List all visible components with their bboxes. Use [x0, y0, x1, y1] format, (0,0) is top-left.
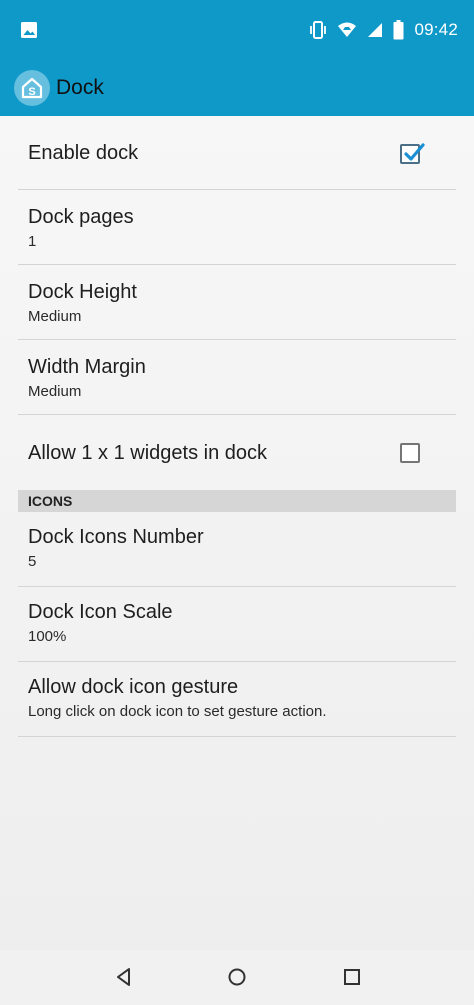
setting-dock-icons-number[interactable]: Dock Icons Number 5 [18, 512, 456, 587]
app-bar: S Dock [0, 60, 474, 116]
setting-enable-dock[interactable]: Enable dock [18, 116, 456, 190]
setting-dock-icon-gesture[interactable]: Allow dock icon gesture Long click on do… [18, 662, 456, 737]
setting-value: 1 [28, 233, 37, 250]
allow-widgets-checkbox[interactable] [400, 443, 420, 463]
setting-value: 100% [28, 628, 67, 645]
settings-list: Enable dock Dock pages 1 Dock Height Med… [0, 116, 474, 950]
recents-icon[interactable] [341, 966, 363, 988]
status-time: 09:42 [414, 20, 458, 39]
status-bar: 09:42 [0, 0, 474, 60]
setting-title: Dock Icons Number [28, 526, 204, 548]
battery-icon [393, 20, 404, 40]
setting-title: Dock pages [28, 206, 134, 228]
home-icon[interactable] [226, 966, 248, 988]
setting-dock-pages[interactable]: Dock pages 1 [18, 190, 456, 265]
setting-title: Allow dock icon gesture [28, 676, 239, 698]
image-icon [21, 22, 37, 38]
setting-title: Allow 1 x 1 widgets in dock [28, 442, 268, 464]
setting-title: Dock Height [28, 281, 137, 303]
section-header-icons: ICONS [18, 490, 456, 512]
svg-text:S: S [28, 86, 35, 98]
navigation-bar [0, 950, 474, 1005]
page-title: Dock [56, 76, 104, 99]
back-icon[interactable] [113, 966, 135, 988]
section-label: ICONS [28, 493, 73, 509]
app-logo-icon[interactable]: S [14, 70, 50, 106]
status-icons: 09:42 [309, 18, 458, 42]
check-icon [404, 143, 425, 161]
signal-icon [368, 23, 383, 37]
setting-title: Enable dock [28, 142, 139, 164]
setting-value: 5 [28, 553, 37, 570]
setting-title: Dock Icon Scale [28, 601, 173, 623]
setting-title: Width Margin [28, 356, 146, 378]
setting-dock-icon-scale[interactable]: Dock Icon Scale 100% [18, 587, 456, 662]
wifi-icon [338, 22, 357, 37]
enable-dock-checkbox[interactable] [400, 143, 425, 164]
setting-width-margin[interactable]: Width Margin Medium [18, 340, 456, 415]
screen: 09:42 S Dock Enable dock Dock pages 1 Do… [0, 0, 474, 1005]
setting-value: Medium [28, 383, 82, 400]
setting-allow-widgets[interactable]: Allow 1 x 1 widgets in dock [18, 415, 456, 490]
vibrate-icon [310, 21, 327, 39]
setting-dock-height[interactable]: Dock Height Medium [18, 265, 456, 340]
setting-value: Medium [28, 308, 82, 325]
setting-summary: Long click on dock icon to set gesture a… [28, 703, 327, 720]
